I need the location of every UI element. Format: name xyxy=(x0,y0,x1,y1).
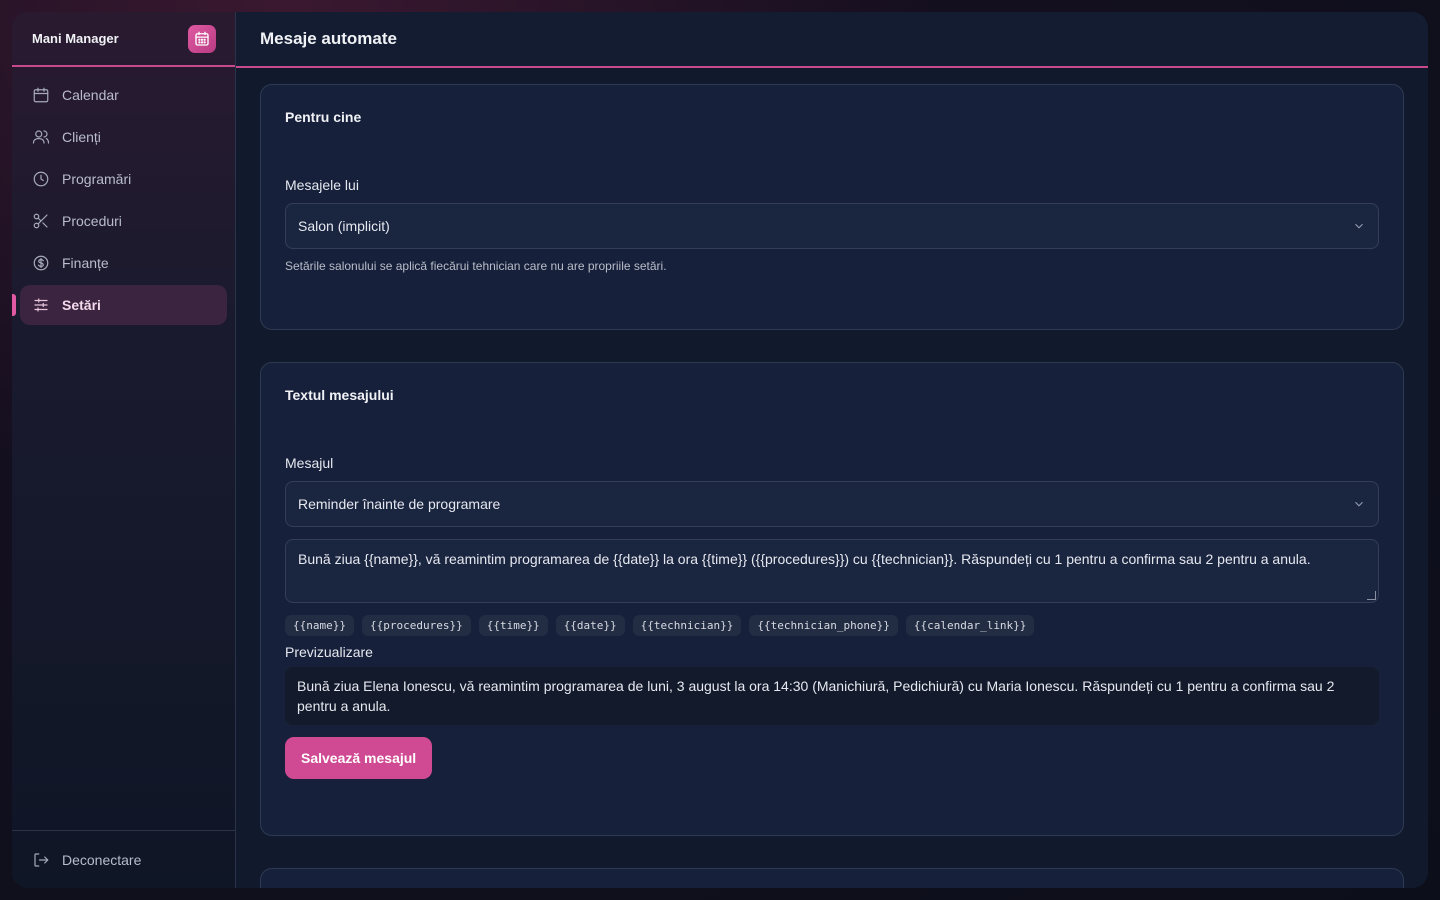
calendar-logo-icon[interactable] xyxy=(188,24,216,53)
select-value: Reminder înainte de programare xyxy=(298,496,501,512)
variable-chip-time[interactable]: {{time}} xyxy=(478,615,548,636)
sidebar-item-label: Finanțe xyxy=(62,255,109,271)
page-title: Mesaje automate xyxy=(260,29,397,48)
page-header: Mesaje automate xyxy=(236,12,1428,68)
sidebar-item-label: Programări xyxy=(62,171,132,187)
app-window: Mani Manager Calendar Clienți Programări… xyxy=(12,12,1428,888)
calendar-icon xyxy=(33,87,49,103)
variable-chip-technician[interactable]: {{technician}} xyxy=(632,615,742,636)
brand-header: Mani Manager xyxy=(12,12,235,67)
audience-card: Pentru cine Mesajele lui Salon (implicit… xyxy=(260,84,1404,330)
message-card: Textul mesajului Mesajul Reminder înaint… xyxy=(260,362,1404,836)
sidebar-item-clients[interactable]: Clienți xyxy=(20,117,227,157)
field-label: Mesajul xyxy=(285,455,334,471)
settings-content[interactable]: Pentru cine Mesajele lui Salon (implicit… xyxy=(236,68,1428,888)
variable-chips: {{name}} {{procedures}} {{time}} {{date}… xyxy=(285,615,1379,636)
logout-button[interactable]: Deconectare xyxy=(12,830,235,888)
sliders-icon xyxy=(34,298,48,312)
sidebar-item-finances[interactable]: Finanțe xyxy=(20,243,227,283)
message-type-select[interactable]: Reminder înainte de programare xyxy=(285,481,1379,527)
sidebar-item-label: Setări xyxy=(62,297,101,313)
sidebar-item-calendar[interactable]: Calendar xyxy=(20,75,227,115)
help-text: Setările salonului se aplică fiecărui te… xyxy=(285,259,667,273)
sidebar-item-procedures[interactable]: Proceduri xyxy=(20,201,227,241)
variable-chip-name[interactable]: {{name}} xyxy=(285,615,354,636)
sidebar: Mani Manager Calendar Clienți Programări… xyxy=(12,12,236,888)
variable-chip-calendar-link[interactable]: {{calendar_link}} xyxy=(905,615,1035,636)
main-content: Mesaje automate Pentru cine Mesajele lui… xyxy=(236,12,1428,888)
sidebar-nav: Calendar Clienți Programări Proceduri Fi… xyxy=(12,67,235,333)
logout-icon xyxy=(34,852,49,867)
message-template-textarea[interactable]: Bună ziua {{name}}, vă reamintim program… xyxy=(285,539,1379,603)
card-title: Pentru cine xyxy=(285,109,362,125)
select-value: Salon (implicit) xyxy=(298,218,390,234)
card-title: Textul mesajului xyxy=(285,387,394,403)
save-message-button[interactable]: Salvează mesajul xyxy=(285,737,433,779)
users-icon xyxy=(32,130,50,144)
message-preview: Bună ziua Elena Ionescu, vă reamintim pr… xyxy=(285,667,1379,725)
sidebar-item-settings[interactable]: Setări xyxy=(12,285,227,325)
dollar-icon xyxy=(33,255,49,271)
audience-select[interactable]: Salon (implicit) xyxy=(285,203,1379,249)
variable-chip-date[interactable]: {{date}} xyxy=(555,615,625,636)
next-card xyxy=(260,868,1404,888)
preview-label: Previzualizare xyxy=(285,644,373,660)
brand-title: Mani Manager xyxy=(32,31,119,46)
variable-chip-procedures[interactable]: {{procedures}} xyxy=(361,615,471,636)
sidebar-item-label: Calendar xyxy=(62,87,119,103)
sidebar-item-label: Proceduri xyxy=(62,213,122,229)
field-label: Mesajele lui xyxy=(285,177,359,193)
clock-icon xyxy=(33,171,49,187)
logout-label: Deconectare xyxy=(62,851,142,868)
chevron-down-icon xyxy=(1355,501,1363,507)
sidebar-item-label: Clienți xyxy=(62,129,101,145)
chevron-down-icon xyxy=(1355,223,1363,229)
variable-chip-technician-phone[interactable]: {{technician_phone}} xyxy=(749,615,898,636)
sidebar-item-appointments[interactable]: Programări xyxy=(20,159,227,199)
scissors-icon xyxy=(33,213,48,229)
